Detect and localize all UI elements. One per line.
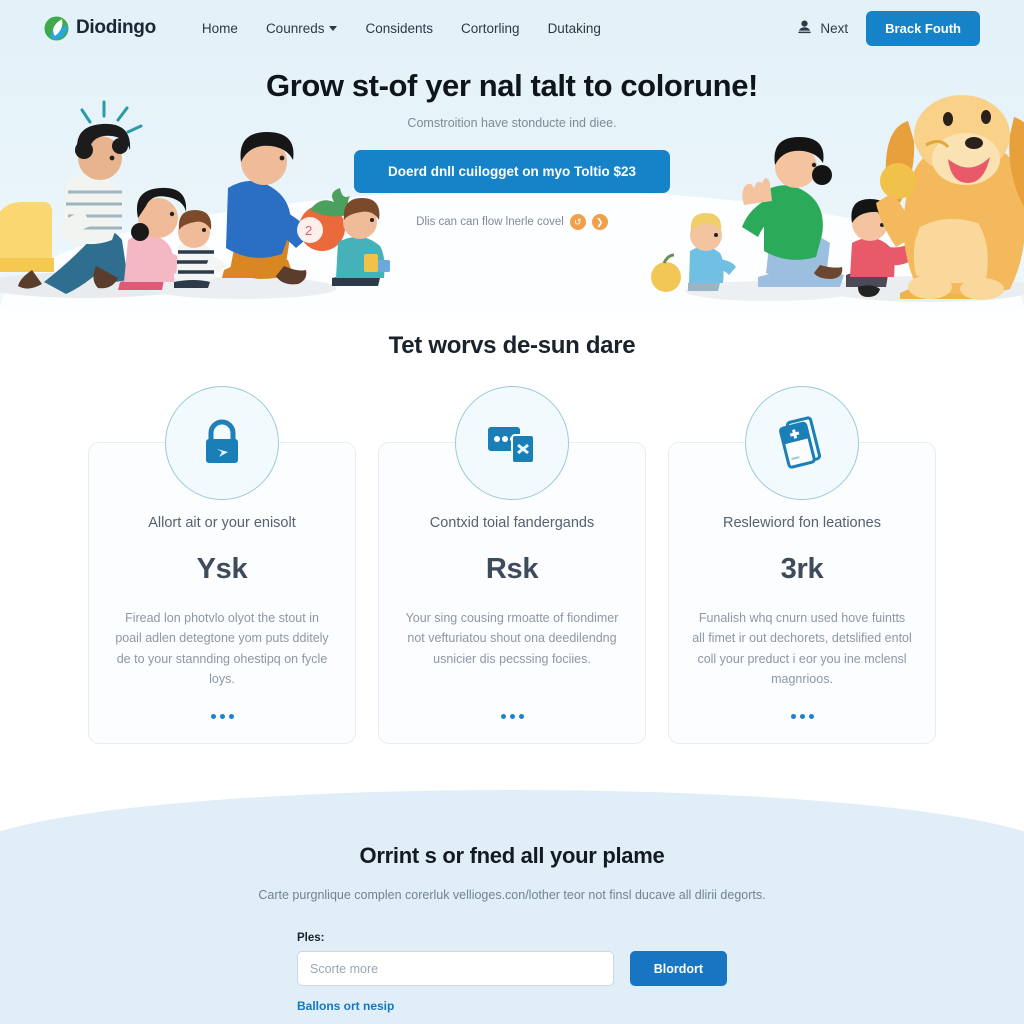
header-actions: Next Brack Fouth [797, 10, 980, 46]
signup-subtitle: Carte purgnlique complen corerluk vellio… [258, 888, 766, 902]
nav-label: Counreds [265, 20, 325, 36]
signup-form-label: Ples: [297, 932, 325, 944]
signup-title: Orrint s or fned all your plame [359, 843, 665, 868]
signup-submit-button[interactable]: Blordort [629, 951, 727, 986]
feature-card[interactable]: Reslewiord fon leationes 3rk Funalish wh… [668, 386, 936, 744]
cards-stack-icon [455, 386, 569, 500]
feature-card[interactable]: Contxid toial fandergands Rsk Your sing … [378, 386, 646, 744]
top-navigation-bar: Diodingo Home Counreds Considents Cortor… [0, 0, 1024, 56]
main-nav: Home Counreds Considents Cortorling Duta… [202, 21, 601, 36]
feature-cards-row: Allort ait or your enisolt Ysk Firead lo… [0, 386, 1024, 744]
next-arrow-badge-icon[interactable]: ❯ [591, 214, 608, 230]
feature-card-dots[interactable] [210, 714, 234, 719]
feature-card[interactable]: Allort ait or your enisolt Ysk Firead lo… [88, 386, 356, 744]
landing-page: 2 Grow st-of yer nal talt to colorune! C… [0, 0, 1024, 1024]
feature-card-title: Allort ait or your enisolt [148, 515, 296, 531]
brand-logo[interactable]: Diodingo [44, 16, 156, 41]
brand-name: Diodingo [76, 17, 156, 38]
feature-card-title: Reslewiord fon leationes [723, 515, 881, 531]
signup-form-row: Blordort [297, 951, 727, 986]
feature-card-dots[interactable] [790, 714, 814, 719]
chevron-down-icon [329, 25, 338, 31]
user-account-label: Next [820, 20, 849, 36]
features-section: Tet worvs de-sun dare Allort ait or your… [0, 310, 1024, 790]
feature-card-word: 3rk [780, 553, 824, 585]
hero-note-text: Dlis can can flow lnerle covel [416, 216, 564, 228]
feature-card-body: Firead lon photvlo olyot the stout in po… [115, 611, 329, 686]
feature-card-word: Rsk [485, 553, 539, 585]
hero-title: Grow st-of yer nal talt to colorune! [266, 68, 758, 103]
nav-label: Dutaking [547, 20, 601, 36]
header-cta-button[interactable]: Brack Fouth [866, 10, 980, 46]
hero-note: Dlis can can flow lnerle covel ↺ ❯ [0, 214, 1024, 230]
feature-card-word: Ysk [196, 553, 248, 585]
lock-icon [165, 386, 279, 500]
nav-item-counreds[interactable]: Counreds [266, 21, 338, 36]
user-account-link[interactable]: Next [797, 19, 848, 37]
features-section-title: Tet worvs de-sun dare [388, 332, 636, 359]
leaf-circle-icon [44, 16, 69, 41]
nav-label: Considents [365, 20, 434, 36]
hero-cta-button[interactable]: Doerd dnll cuilogget on myo Toltio $23 [353, 150, 670, 193]
user-account-icon [797, 19, 812, 37]
nav-item-dutaking[interactable]: Dutaking [548, 21, 601, 36]
signup-content: Orrint s or fned all your plame Carte pu… [0, 790, 1024, 1015]
signup-input[interactable] [297, 951, 614, 986]
signup-form: Ples: Blordort Ballons ort nesip [297, 932, 727, 1015]
hero-subtitle: Comstroition have stonducte ind diee. [407, 116, 617, 130]
nav-label: Home [201, 20, 238, 36]
nav-item-home[interactable]: Home [202, 21, 238, 36]
nav-label: Cortorling [461, 20, 520, 36]
signup-section: Orrint s or fned all your plame Carte pu… [0, 790, 1024, 1024]
signup-help-link[interactable]: Ballons ort nesip [297, 999, 394, 1013]
feature-card-title: Contxid toial fandergands [429, 515, 595, 531]
nav-item-considents[interactable]: Considents [365, 21, 433, 36]
refresh-badge-icon[interactable]: ↺ [569, 214, 586, 230]
hero-copy: Grow st-of yer nal talt to colorune! Com… [0, 68, 1024, 230]
feature-card-body: Funalish whq cnurn used hove fuintts all… [692, 611, 912, 686]
feature-card-body: Your sing cousing rmoatte of fiondimer n… [405, 611, 619, 666]
nav-item-cortorling[interactable]: Cortorling [461, 21, 520, 36]
phone-card-plus-icon [745, 386, 859, 500]
feature-card-dots[interactable] [500, 714, 524, 719]
